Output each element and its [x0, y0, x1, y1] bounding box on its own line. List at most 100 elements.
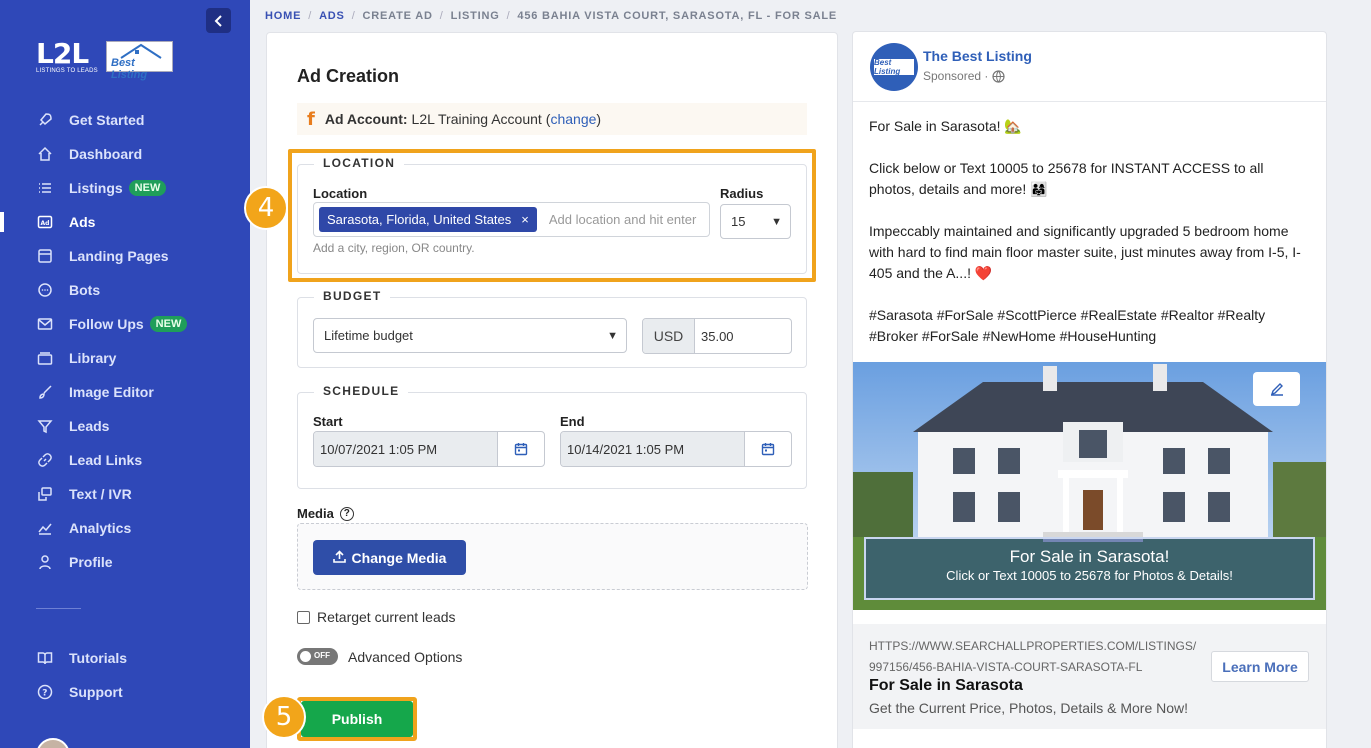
sidebar-item-dashboard[interactable]: Dashboard	[0, 137, 250, 171]
sidebar-item-label: Listings	[69, 180, 123, 196]
change-account-link[interactable]: change	[550, 111, 596, 127]
budget-type-select[interactable]: Lifetime budget ▼	[313, 318, 627, 353]
ad-description: Get the Current Price, Photos, Details &…	[869, 700, 1189, 716]
end-date-input[interactable]: 10/14/2021 1:05 PM	[560, 431, 792, 467]
ad-text-line: Impeccably maintained and significantly …	[869, 223, 1301, 281]
sponsored-row: Sponsored ·	[923, 69, 1005, 83]
end-label: End	[560, 414, 585, 429]
ad-creation-card: Ad Creation f Ad Account: L2L Training A…	[266, 32, 838, 748]
ad-preview-card: Best Listing The Best Listing Sponsored …	[852, 31, 1327, 748]
location-legend: LOCATION	[314, 156, 405, 170]
media-dropzone: Change Media	[297, 523, 808, 590]
breadcrumb-home[interactable]: HOME	[265, 10, 301, 22]
toggle-knob	[300, 651, 311, 662]
location-tag: Sarasota, Florida, United States ×	[319, 207, 537, 232]
sidebar-item-follow-ups[interactable]: Follow Ups NEW	[0, 307, 250, 341]
ad-url-line2: 997156/456-BAHIA-VISTA-COURT-SARASOTA-FL	[869, 660, 1143, 674]
sidebar-item-image-editor[interactable]: Image Editor	[0, 375, 250, 409]
location-input[interactable]: Sarasota, Florida, United States × Add l…	[313, 202, 710, 237]
rocket-icon	[36, 111, 54, 129]
page-name[interactable]: The Best Listing	[923, 48, 1032, 64]
advanced-options-toggle[interactable]: OFF	[297, 648, 338, 665]
sidebar-item-label: Tutorials	[69, 650, 128, 666]
collapse-sidebar-button[interactable]	[206, 8, 231, 33]
sidebar-item-text-ivr[interactable]: Text / IVR	[0, 477, 250, 511]
page-avatar: Best Listing	[870, 43, 918, 91]
l2l-logo[interactable]: L2L LISTINGS TO LEADS	[36, 40, 98, 75]
new-badge: NEW	[128, 180, 167, 196]
help-icon: ?	[36, 683, 54, 701]
chevron-down-icon: ▼	[771, 215, 782, 228]
chevron-down-icon: ▼	[607, 329, 618, 342]
budget-legend: BUDGET	[314, 289, 391, 303]
user-avatar[interactable]	[36, 738, 70, 748]
sidebar-item-profile[interactable]: Profile	[0, 545, 250, 579]
sidebar-item-label: Image Editor	[69, 384, 154, 400]
ad-account-row: f Ad Account: L2L Training Account (chan…	[297, 103, 807, 135]
retarget-label: Retarget current leads	[317, 609, 456, 625]
ad-text-line: For Sale in Sarasota! 🏡	[869, 118, 1022, 134]
ad-link-footer: HTTPS://WWW.SEARCHALLPROPERTIES.COM/LIST…	[853, 624, 1326, 729]
preview-divider	[853, 101, 1326, 102]
sidebar-item-label: Lead Links	[69, 452, 143, 468]
text-icon	[36, 485, 54, 503]
change-close-paren: )	[596, 111, 602, 127]
radius-value: 15	[731, 214, 746, 229]
sidebar-item-listings[interactable]: Listings NEW	[0, 171, 250, 205]
filter-icon	[36, 417, 54, 435]
sidebar-item-support[interactable]: ? Support	[0, 675, 250, 709]
globe-icon	[992, 69, 1005, 83]
sidebar-nav: Get Started Dashboard Listings NEW Ad Ad…	[0, 103, 250, 579]
ad-account-label: Ad Account:	[324, 111, 408, 127]
publish-button[interactable]: Publish	[301, 701, 413, 737]
sidebar-item-ads[interactable]: Ad Ads	[0, 205, 250, 239]
list-icon	[36, 179, 54, 197]
location-hint: Add a city, region, OR country.	[313, 241, 475, 255]
breadcrumb-create-ad: CREATE AD	[362, 10, 433, 22]
calendar-icon[interactable]	[498, 432, 544, 466]
sidebar-item-analytics[interactable]: Analytics	[0, 511, 250, 545]
sidebar-item-leads[interactable]: Leads	[0, 409, 250, 443]
partner-logo-text: Best Listing	[111, 57, 148, 81]
library-icon	[36, 349, 54, 367]
remove-tag-icon[interactable]: ×	[521, 212, 529, 227]
sidebar-item-tutorials[interactable]: Tutorials	[0, 641, 250, 675]
radius-select[interactable]: 15 ▼	[720, 204, 791, 239]
sidebar-item-label: Analytics	[69, 520, 132, 536]
start-date-input[interactable]: 10/07/2021 1:05 PM	[313, 431, 545, 467]
help-icon[interactable]: ?	[339, 506, 354, 521]
start-date-value: 10/07/2021 1:05 PM	[314, 432, 498, 466]
sidebar-item-bots[interactable]: Bots	[0, 273, 250, 307]
sidebar-item-label: Ads	[69, 214, 96, 230]
ad-image: For Sale in Sarasota! Click or Text 1000…	[853, 362, 1326, 610]
location-label: Location	[313, 186, 368, 201]
sidebar-item-library[interactable]: Library	[0, 341, 250, 375]
sidebar-item-label: Profile	[69, 554, 113, 570]
budget-amount-input[interactable]: USD 35.00	[642, 318, 792, 354]
location-tag-text: Sarasota, Florida, United States	[327, 212, 512, 227]
sidebar-item-label: Follow Ups	[69, 316, 144, 332]
change-media-button[interactable]: Change Media	[313, 540, 466, 575]
breadcrumb-ads[interactable]: ADS	[319, 10, 345, 22]
change-media-label: Change Media	[351, 549, 447, 566]
location-section: LOCATION Location Sarasota, Florida, Uni…	[297, 156, 807, 274]
sidebar-item-lead-links[interactable]: Lead Links	[0, 443, 250, 477]
sidebar-bottom-nav: Tutorials ? Support	[0, 641, 250, 709]
sidebar-item-get-started[interactable]: Get Started	[0, 103, 250, 137]
ad-primary-text: For Sale in Sarasota! 🏡 Click below or T…	[869, 116, 1309, 347]
calendar-icon[interactable]	[745, 432, 791, 466]
sidebar-item-label: Bots	[69, 282, 101, 298]
ad-account-value: L2L Training Account	[411, 111, 542, 127]
sidebar-item-label: Library	[69, 350, 117, 366]
ad-text-line: #Sarasota #ForSale #ScottPierce #RealEst…	[869, 307, 1266, 344]
breadcrumb-listing: LISTING	[450, 10, 500, 22]
sidebar-item-label: Get Started	[69, 112, 145, 128]
retarget-checkbox[interactable]	[297, 610, 310, 624]
book-icon	[36, 649, 54, 667]
ad-url-line1: HTTPS://WWW.SEARCHALLPROPERTIES.COM/LIST…	[869, 639, 1197, 653]
learn-more-button[interactable]: Learn More	[1211, 651, 1309, 682]
budget-amount-value: 35.00	[701, 328, 734, 344]
sidebar-item-landing-pages[interactable]: Landing Pages	[0, 239, 250, 273]
edit-image-button[interactable]	[1253, 372, 1300, 406]
chevron-left-icon	[214, 14, 222, 27]
